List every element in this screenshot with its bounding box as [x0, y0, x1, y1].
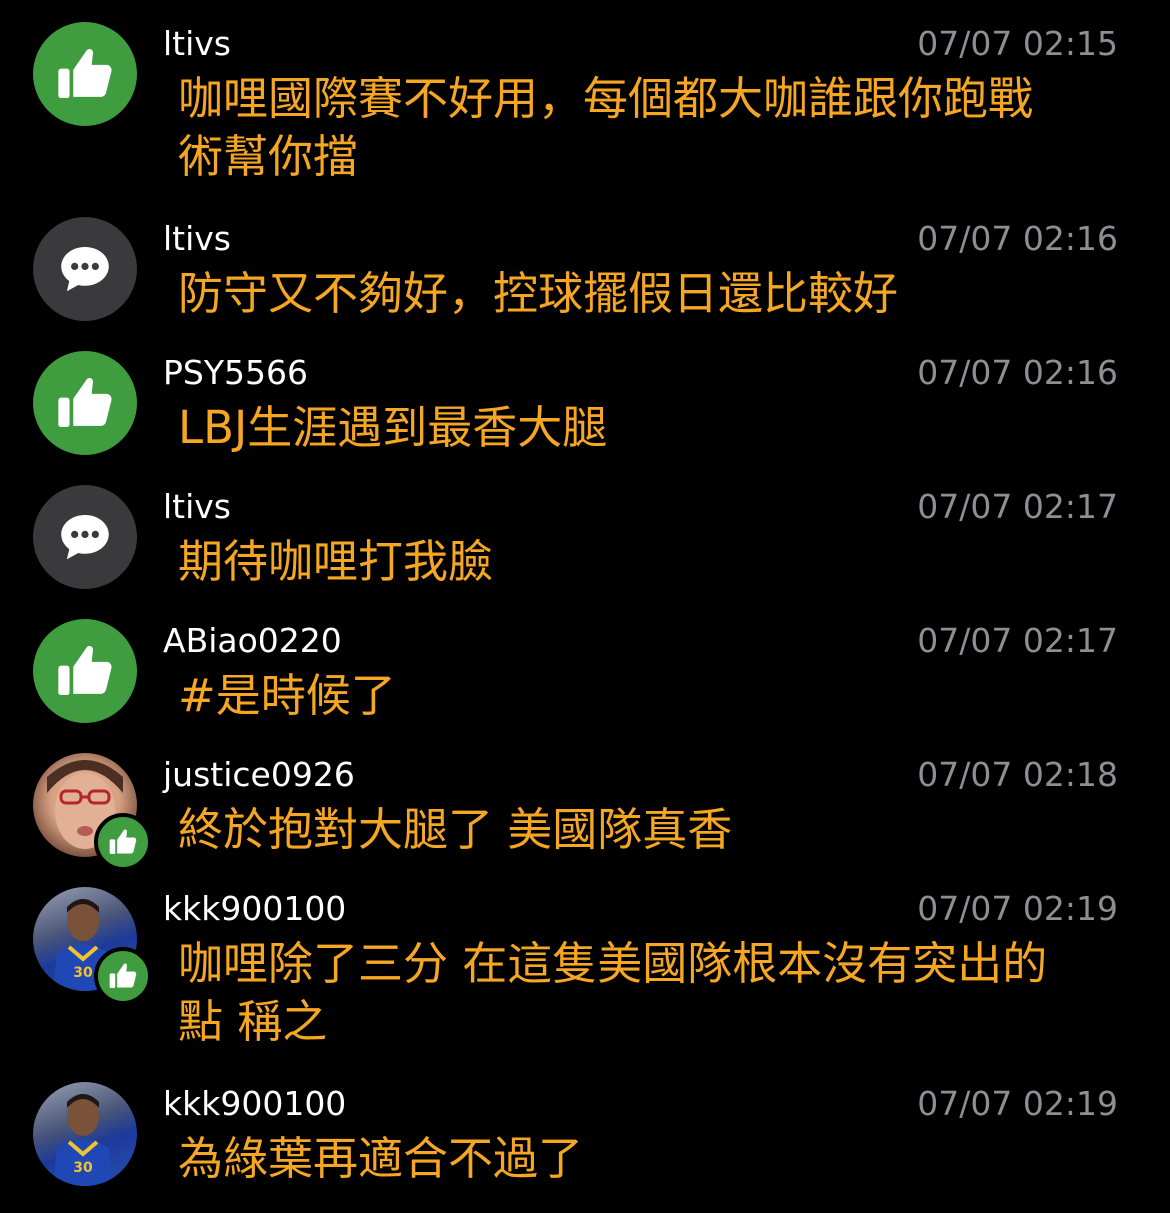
svg-text:30: 30 [73, 1160, 93, 1176]
comment-text: #是時候了 [178, 669, 396, 722]
thumbs-up-icon [109, 829, 137, 854]
speech-bubble-icon [61, 247, 109, 292]
user-avatar[interactable]: 30 [33, 1082, 137, 1186]
comment-text: 期待咖哩打我臉 [178, 535, 494, 588]
timestamp: 07/07 02:17 [917, 621, 1118, 660]
username[interactable]: ltivs [163, 24, 231, 64]
thumbs-up-icon [58, 646, 112, 695]
comment-item[interactable]: PSY5566 07/07 02:16 LBJ生涯遇到最香大腿 [0, 351, 1170, 461]
comment-item[interactable]: 30 kkk900100 07/07 02:19 為綠葉再適合不過了 [0, 1082, 1170, 1202]
svg-text:30: 30 [73, 965, 93, 981]
timestamp: 07/07 02:19 [917, 889, 1118, 928]
comment-item[interactable]: 30 kkk900100 07/07 02:19 咖哩除了三分 在這隻美國隊根本… [0, 887, 1170, 1062]
neutral-avatar [33, 485, 137, 589]
push-badge [94, 947, 152, 1005]
username[interactable]: justice0926 [163, 755, 355, 795]
comment-item[interactable]: ABiao0220 07/07 02:17 #是時候了 [0, 619, 1170, 729]
thumbs-up-icon [58, 378, 112, 427]
neutral-avatar [33, 217, 137, 321]
comment-item[interactable]: ltivs 07/07 02:16 防守又不夠好，控球擺假日還比較好 [0, 217, 1170, 327]
comment-item[interactable]: justice0926 07/07 02:18 終於抱對大腿了 美國隊真香 [0, 753, 1170, 873]
username[interactable]: kkk900100 [163, 889, 346, 929]
timestamp: 07/07 02:16 [917, 353, 1118, 392]
push-avatar [33, 619, 137, 723]
profile-photo-icon: 30 [53, 1094, 113, 1186]
comment-text: 為綠葉再適合不過了 [178, 1132, 584, 1185]
username[interactable]: ltivs [163, 487, 231, 527]
username[interactable]: ABiao0220 [163, 621, 342, 661]
timestamp: 07/07 02:15 [917, 24, 1118, 63]
push-avatar [33, 351, 137, 455]
timestamp: 07/07 02:19 [917, 1084, 1118, 1123]
comment-text: 終於抱對大腿了 美國隊真香 [178, 803, 733, 856]
speech-bubble-icon [61, 515, 109, 560]
comment-list: ltivs 07/07 02:15 咖哩國際賽不好用，每個都大咖誰跟你跑戰術幫你… [0, 0, 1170, 1213]
username[interactable]: kkk900100 [163, 1084, 346, 1124]
comment-item[interactable]: ltivs 07/07 02:15 咖哩國際賽不好用，每個都大咖誰跟你跑戰術幫你… [0, 22, 1170, 192]
timestamp: 07/07 02:18 [917, 755, 1118, 794]
comment-text: 咖哩除了三分 在這隻美國隊根本沒有突出的點 稱之 [178, 937, 1048, 1048]
timestamp: 07/07 02:16 [917, 219, 1118, 258]
username[interactable]: ltivs [163, 219, 231, 259]
comment-text: 防守又不夠好，控球擺假日還比較好 [178, 267, 899, 320]
comment-text: 咖哩國際賽不好用，每個都大咖誰跟你跑戰術幫你擋 [178, 72, 1034, 183]
username[interactable]: PSY5566 [163, 353, 308, 393]
thumbs-up-icon [58, 49, 112, 98]
push-badge [94, 813, 152, 871]
comment-text: LBJ生涯遇到最香大腿 [178, 401, 608, 454]
push-avatar [33, 22, 137, 126]
thumbs-up-icon [109, 963, 137, 988]
comment-item[interactable]: ltivs 07/07 02:17 期待咖哩打我臉 [0, 485, 1170, 595]
timestamp: 07/07 02:17 [917, 487, 1118, 526]
